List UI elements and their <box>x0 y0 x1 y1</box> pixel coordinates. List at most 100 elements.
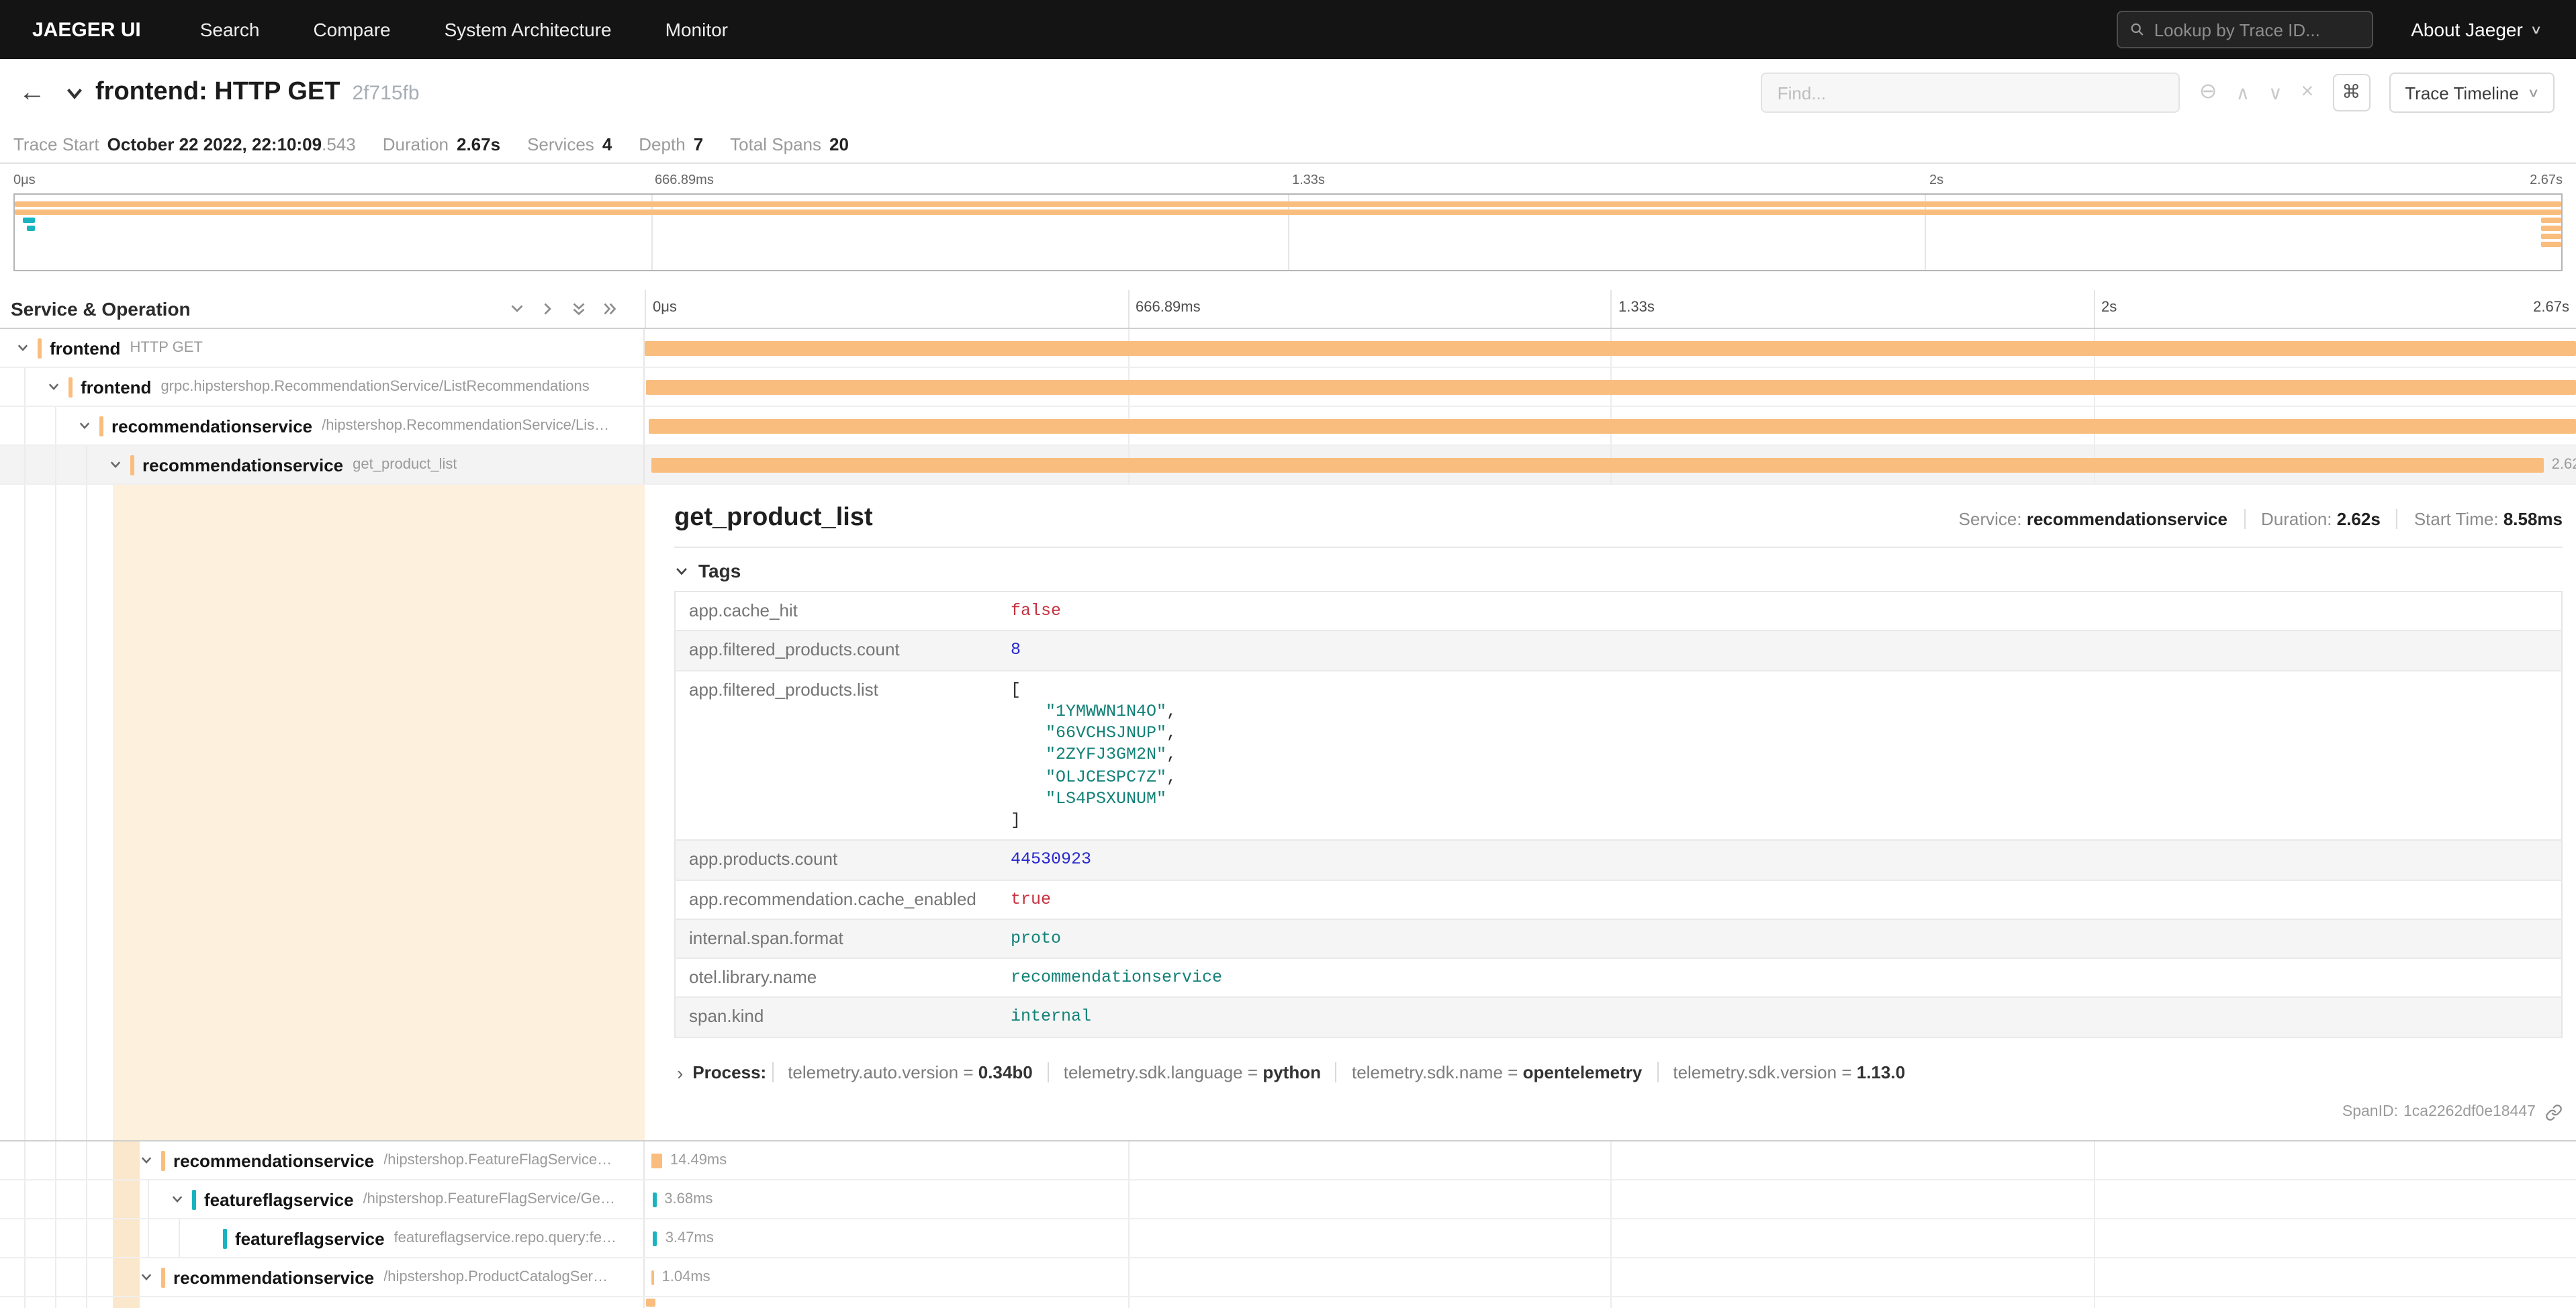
find-input[interactable] <box>1761 73 2180 113</box>
tags-section-toggle[interactable]: Tags <box>674 560 2563 581</box>
about-jaeger-label: About Jaeger <box>2411 19 2523 40</box>
span-row[interactable]: frontendHTTP GET <box>0 329 2576 368</box>
chevron-down-icon[interactable] <box>16 341 38 355</box>
nav-item-compare[interactable]: Compare <box>286 19 417 40</box>
tag-value: ["1YMWWN1N4O","66VCHSJNUP","2ZYFJ3GM2N",… <box>997 670 2562 841</box>
span-bar[interactable] <box>647 1299 655 1307</box>
span-row[interactable]: recommendationservice/hipstershop.Produc… <box>0 1258 2576 1297</box>
span-bar[interactable] <box>653 1193 657 1207</box>
timeline-header-left: Service & Operation <box>0 290 645 328</box>
span-name[interactable]: frontendgrpc.hipstershop.RecommendationS… <box>47 377 643 397</box>
span-row[interactable]: recommendationservice/hipstershop.Recomm… <box>0 407 2576 446</box>
tag-row: app.filtered_products.list["1YMWWN1N4O",… <box>675 670 2562 841</box>
span-row[interactable]: featureflagservicefeatureflagservice.rep… <box>0 1219 2576 1258</box>
span-name-cell[interactable]: recommendationservice/hipstershop.Recomm… <box>0 407 645 445</box>
service-color-tick <box>38 338 42 358</box>
tag-key: app.filtered_products.count <box>675 631 997 671</box>
nav-item-monitor[interactable]: Monitor <box>639 19 755 40</box>
timeline-tick-label: 666.89ms <box>1128 290 1201 328</box>
span-bar-cell[interactable] <box>645 329 2576 367</box>
span-id-value: 1ca2262df0e18447 <box>2403 1104 2536 1120</box>
span-row[interactable]: recommendationserviceget_product_list2.6… <box>0 446 2576 485</box>
back-button[interactable]: ← <box>19 77 64 108</box>
span-row[interactable]: frontendgrpc.hipstershop.RecommendationS… <box>0 368 2576 407</box>
chevron-down-icon[interactable] <box>47 380 68 393</box>
keyboard-shortcuts-button[interactable]: ⌘ <box>2332 74 2370 111</box>
process-section-toggle[interactable]: › Process: telemetry.auto.version = 0.34… <box>674 1062 2563 1083</box>
span-name-cell[interactable]: featureflagservice/hipstershop.FeatureFl… <box>0 1180 645 1218</box>
trace-lookup-input[interactable] <box>2154 19 2360 40</box>
tag-list-string: "66VCHSJNUP" <box>1046 724 1166 743</box>
span-bar-cell[interactable]: 3.47ms <box>645 1219 2576 1257</box>
link-icon[interactable] <box>2545 1103 2563 1121</box>
span-bar-cell[interactable] <box>645 368 2576 406</box>
span-name[interactable]: recommendationservice/hipstershop.Recomm… <box>78 416 643 436</box>
span-bar-cell[interactable] <box>645 1297 2576 1308</box>
service-color-tick <box>99 416 103 436</box>
span-bar-cell[interactable]: 1.04ms <box>645 1258 2576 1296</box>
timeline-gridline <box>2093 1297 2095 1308</box>
span-row[interactable]: recommendationservice/hipstershop.Featur… <box>0 1141 2576 1180</box>
span-bar[interactable] <box>651 1270 654 1285</box>
trace-lookup-box[interactable] <box>2117 11 2373 48</box>
span-bar[interactable] <box>651 458 2543 473</box>
zoom-out-icon[interactable]: ⊖ <box>2199 82 2217 103</box>
span-name[interactable]: frontendHTTP GET <box>16 338 643 358</box>
chevron-down-icon[interactable] <box>109 458 130 471</box>
span-row[interactable] <box>0 1297 2576 1308</box>
chevron-down-icon[interactable] <box>171 1193 192 1206</box>
span-name-cell[interactable]: featureflagservicefeatureflagservice.rep… <box>0 1219 645 1257</box>
span-name-cell[interactable]: recommendationservice/hipstershop.Featur… <box>0 1141 645 1179</box>
span-name-cell[interactable]: frontendHTTP GET <box>0 329 645 367</box>
minimap-span-bar <box>26 226 35 231</box>
chevron-down-icon[interactable] <box>140 1154 161 1167</box>
prev-result-icon[interactable]: ∧ <box>2236 83 2250 102</box>
timeline-gridline <box>1128 1258 1129 1296</box>
chevron-down-icon[interactable] <box>78 419 99 432</box>
about-jaeger-menu[interactable]: About Jaeger ∨ <box>2392 19 2576 40</box>
span-bar-cell[interactable]: 3.68ms <box>645 1180 2576 1218</box>
span-row[interactable]: featureflagservice/hipstershop.FeatureFl… <box>0 1180 2576 1219</box>
span-rows-bottom: recommendationservice/hipstershop.Featur… <box>0 1141 2576 1308</box>
trace-total-spans: Total Spans20 <box>730 134 849 154</box>
span-name-cell[interactable]: recommendationserviceget_product_list <box>0 446 645 483</box>
nav-item-search[interactable]: Search <box>173 19 287 40</box>
span-bar-cell[interactable] <box>645 407 2576 445</box>
clear-find-icon[interactable]: × <box>2301 82 2314 103</box>
minimap-canvas[interactable] <box>13 193 2563 271</box>
next-result-icon[interactable]: ∨ <box>2268 83 2283 102</box>
span-bar[interactable] <box>649 419 2576 434</box>
indent-guide <box>24 1258 26 1296</box>
expand-one-icon[interactable] <box>509 301 525 317</box>
span-bar[interactable] <box>645 341 2576 356</box>
span-duration-label: 1.04ms <box>662 1269 710 1285</box>
span-bar[interactable] <box>653 1231 657 1246</box>
span-name[interactable]: recommendationservice/hipstershop.Featur… <box>140 1150 643 1170</box>
span-service: Service: recommendationservice <box>1943 509 2245 529</box>
chevron-down-icon[interactable] <box>140 1270 161 1284</box>
nav-item-system-architecture[interactable]: System Architecture <box>418 19 639 40</box>
collapse-trace-icon[interactable] <box>64 83 85 103</box>
span-name-cell[interactable] <box>0 1297 645 1308</box>
indent-guide <box>148 1180 149 1218</box>
span-name-cell[interactable]: recommendationservice/hipstershop.Produc… <box>0 1258 645 1296</box>
jaeger-logo[interactable]: JAEGER UI <box>0 18 173 41</box>
span-bar-cell[interactable]: 14.49ms <box>645 1141 2576 1179</box>
span-bar-cell[interactable]: 2.62s <box>645 446 2576 483</box>
trace-duration: Duration2.67s <box>383 134 500 154</box>
trace-view-selector[interactable]: Trace Timeline ∨ <box>2389 73 2555 113</box>
top-nav: JAEGER UI Search Compare System Architec… <box>0 0 2576 59</box>
expand-all-icon[interactable] <box>571 301 587 317</box>
collapse-one-icon[interactable] <box>540 301 556 317</box>
span-name[interactable]: featureflagservicefeatureflagservice.rep… <box>201 1228 643 1248</box>
span-name[interactable]: recommendationservice/hipstershop.Produc… <box>140 1267 643 1287</box>
span-name-cell[interactable]: frontendgrpc.hipstershop.RecommendationS… <box>0 368 645 406</box>
span-duration-label: 3.68ms <box>664 1191 712 1207</box>
span-duration-label: 3.47ms <box>665 1230 714 1246</box>
span-name[interactable]: featureflagservice/hipstershop.FeatureFl… <box>171 1189 643 1209</box>
expanded-ancestor-guide <box>113 1219 140 1257</box>
span-bar[interactable] <box>647 380 2576 395</box>
span-name[interactable]: recommendationserviceget_product_list <box>109 455 643 475</box>
span-bar[interactable] <box>651 1154 662 1168</box>
collapse-all-icon[interactable] <box>602 301 618 317</box>
